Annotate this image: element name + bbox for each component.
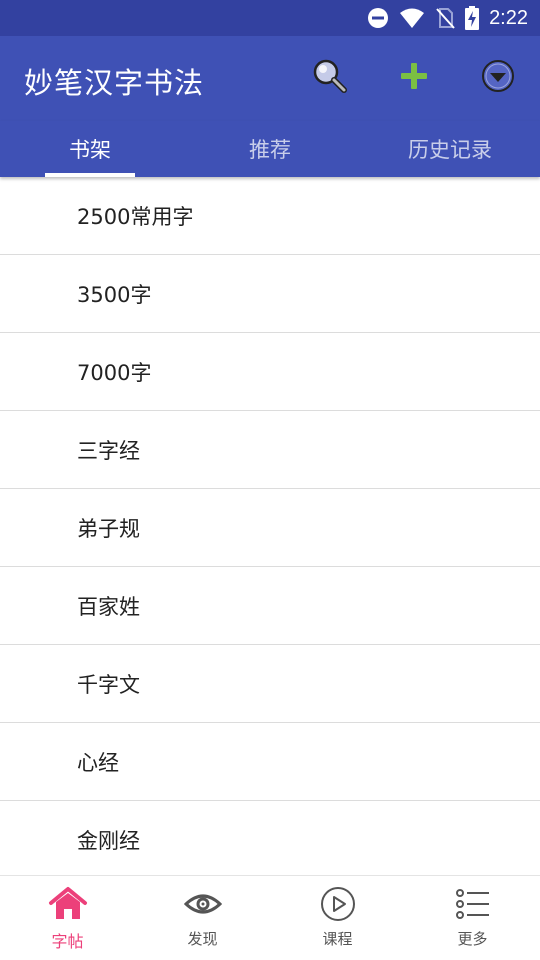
list-item[interactable]: 弟子规 — [0, 489, 540, 567]
list-item-label: 心经 — [77, 750, 119, 775]
search-icon — [310, 56, 350, 100]
nav-label: 字帖 — [51, 932, 84, 951]
tab-bookshelf[interactable]: 书架 — [0, 121, 180, 177]
book-list: 2500常用字 3500字 7000字 三字经 弟子规 百家姓 千字文 心经 金… — [0, 177, 540, 879]
home-icon — [48, 886, 88, 922]
search-button[interactable] — [308, 56, 352, 100]
list-item-label: 千字文 — [77, 672, 140, 697]
bottom-nav: 字帖 发现 课程 更多 — [0, 875, 540, 960]
list-item-label: 三字经 — [77, 438, 140, 463]
tab-label: 推荐 — [249, 138, 291, 162]
status-time: 2:22 — [489, 6, 528, 29]
list-item-label: 3500字 — [77, 282, 152, 307]
list-item[interactable]: 金刚经 — [0, 801, 540, 879]
list-item-label: 百家姓 — [77, 594, 140, 619]
eye-icon — [183, 886, 222, 922]
list-item-label: 金刚经 — [77, 828, 140, 853]
nav-copybooks[interactable]: 字帖 — [0, 876, 135, 960]
dropdown-menu-button[interactable] — [476, 56, 520, 100]
dropdown-menu-icon — [480, 58, 516, 98]
list-item-label: 弟子规 — [77, 516, 140, 541]
add-icon — [399, 61, 429, 95]
status-bar: 2:22 — [0, 0, 540, 36]
do-not-disturb-icon — [367, 7, 389, 29]
tab-history[interactable]: 历史记录 — [360, 121, 540, 177]
list-item[interactable]: 心经 — [0, 723, 540, 801]
app-title: 妙笔汉字书法 — [24, 66, 205, 100]
no-sim-icon — [435, 7, 455, 29]
list-item-label: 2500常用字 — [77, 204, 194, 229]
tab-label: 历史记录 — [408, 138, 492, 162]
tab-recommended[interactable]: 推荐 — [180, 121, 360, 177]
tab-label: 书架 — [69, 138, 111, 162]
list-item[interactable]: 百家姓 — [0, 567, 540, 645]
nav-courses[interactable]: 课程 — [270, 876, 405, 960]
add-button[interactable] — [392, 56, 436, 100]
nav-more[interactable]: 更多 — [405, 876, 540, 960]
list-item[interactable]: 7000字 — [0, 333, 540, 411]
list-item[interactable]: 三字经 — [0, 411, 540, 489]
nav-label: 发现 — [187, 930, 218, 948]
app-bar: 妙笔汉字书法 — [0, 36, 540, 121]
nav-label: 课程 — [322, 930, 353, 948]
nav-discover[interactable]: 发现 — [135, 876, 270, 960]
list-icon — [455, 886, 490, 922]
nav-label: 更多 — [457, 930, 488, 948]
list-item[interactable]: 千字文 — [0, 645, 540, 723]
tab-bar: 书架 推荐 历史记录 — [0, 121, 540, 177]
wifi-icon — [399, 7, 425, 29]
list-item[interactable]: 3500字 — [0, 255, 540, 333]
list-item-label: 7000字 — [77, 360, 152, 385]
battery-charging-icon — [465, 6, 480, 30]
list-item[interactable]: 2500常用字 — [0, 177, 540, 255]
play-circle-icon — [320, 886, 356, 922]
